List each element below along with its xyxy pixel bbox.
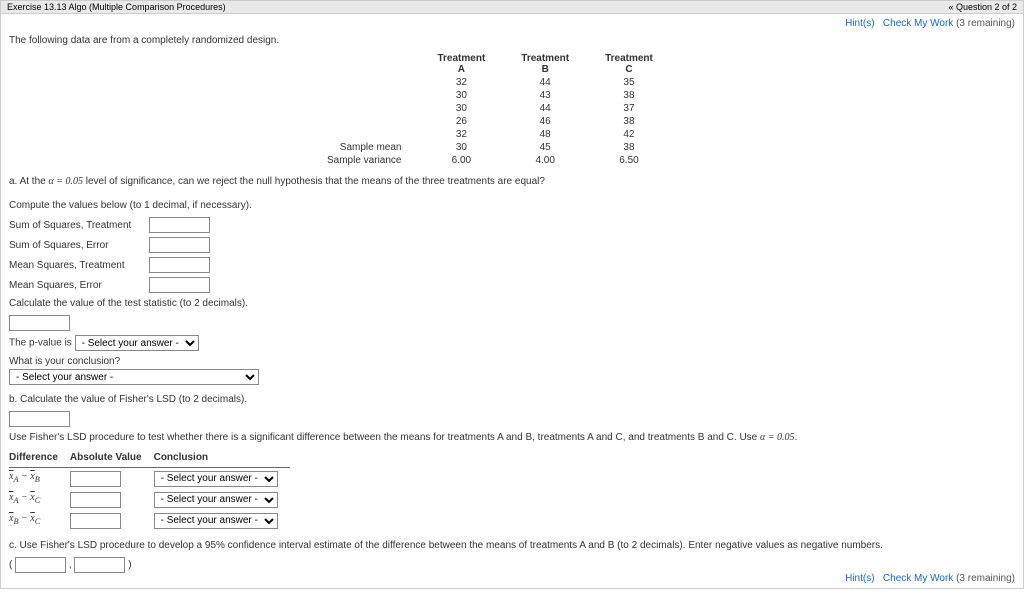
conclusion-label: What is your conclusion? bbox=[9, 355, 1015, 369]
question-nav[interactable]: « Question 2 of 2 bbox=[948, 2, 1017, 12]
col-header-a: TreatmentA bbox=[419, 52, 503, 76]
label-ms-treatment: Mean Squares, Treatment bbox=[9, 259, 149, 273]
input-ms-error[interactable] bbox=[149, 277, 210, 293]
calc-stat-text: Calculate the value of the test statisti… bbox=[9, 297, 1015, 311]
select-conc-ac[interactable]: - Select your answer - bbox=[154, 492, 278, 508]
label-ss-error: Sum of Squares, Error bbox=[9, 239, 149, 253]
select-conclusion[interactable]: - Select your answer - bbox=[9, 369, 259, 385]
difference-table: Difference Absolute Value Conclusion xA … bbox=[9, 449, 290, 531]
table-row: 324435 bbox=[309, 76, 671, 89]
input-fisher-lsd[interactable] bbox=[9, 411, 70, 427]
input-abs-bc[interactable] bbox=[70, 513, 121, 529]
select-pvalue[interactable]: - Select your answer - bbox=[75, 335, 199, 351]
attempts-remaining-bottom: (3 remaining) bbox=[956, 573, 1015, 584]
input-abs-ac[interactable] bbox=[70, 492, 121, 508]
pvalue-label: The p-value is bbox=[9, 338, 75, 349]
compute-note: Compute the values below (to 1 decimal, … bbox=[9, 199, 1015, 213]
part-a: a. At the α = 0.05 level of significance… bbox=[9, 175, 1015, 385]
table-row: 304437 bbox=[309, 102, 671, 115]
th-absolute-value: Absolute Value bbox=[70, 449, 154, 468]
attempts-remaining: (3 remaining) bbox=[956, 18, 1015, 29]
part-b: b. Calculate the value of Fisher's LSD (… bbox=[9, 393, 1015, 531]
input-ss-error[interactable] bbox=[149, 237, 210, 253]
data-table: TreatmentA TreatmentB TreatmentC 324435 … bbox=[309, 52, 671, 167]
table-row: 304338 bbox=[309, 89, 671, 102]
col-header-b: TreatmentB bbox=[503, 52, 587, 76]
label-ms-error: Mean Squares, Error bbox=[9, 279, 149, 293]
hints-link[interactable]: Hint(s) bbox=[845, 18, 874, 29]
check-my-work-link-bottom[interactable]: Check My Work bbox=[883, 573, 953, 584]
select-conc-ab[interactable]: - Select your answer - bbox=[154, 471, 278, 487]
input-ci-upper[interactable] bbox=[74, 557, 125, 573]
check-my-work-link[interactable]: Check My Work bbox=[883, 18, 953, 29]
input-ss-treatment[interactable] bbox=[149, 217, 210, 233]
sample-mean-row: Sample mean304538 bbox=[309, 141, 671, 154]
intro-text: The following data are from a completely… bbox=[9, 35, 1015, 46]
diff-row-ab: xA − xB - Select your answer - bbox=[9, 468, 290, 490]
diff-row-bc: xB − xC - Select your answer - bbox=[9, 510, 290, 531]
col-header-c: TreatmentC bbox=[587, 52, 671, 76]
select-conc-bc[interactable]: - Select your answer - bbox=[154, 513, 278, 529]
input-test-statistic[interactable] bbox=[9, 315, 70, 331]
th-conclusion: Conclusion bbox=[154, 449, 290, 468]
th-difference: Difference bbox=[9, 449, 70, 468]
hints-link-bottom[interactable]: Hint(s) bbox=[845, 573, 874, 584]
diff-row-ac: xA − xC - Select your answer - bbox=[9, 489, 290, 510]
table-row: 264638 bbox=[309, 115, 671, 128]
sample-variance-row: Sample variance6.004.006.50 bbox=[309, 154, 671, 167]
part-c: c. Use Fisher's LSD procedure to develop… bbox=[9, 539, 1015, 573]
input-ci-lower[interactable] bbox=[15, 557, 66, 573]
table-row: 324842 bbox=[309, 128, 671, 141]
exercise-title: Exercise 13.13 Algo (Multiple Comparison… bbox=[7, 2, 226, 12]
input-ms-treatment[interactable] bbox=[149, 257, 210, 273]
input-abs-ab[interactable] bbox=[70, 471, 121, 487]
label-ss-treatment: Sum of Squares, Treatment bbox=[9, 219, 149, 233]
